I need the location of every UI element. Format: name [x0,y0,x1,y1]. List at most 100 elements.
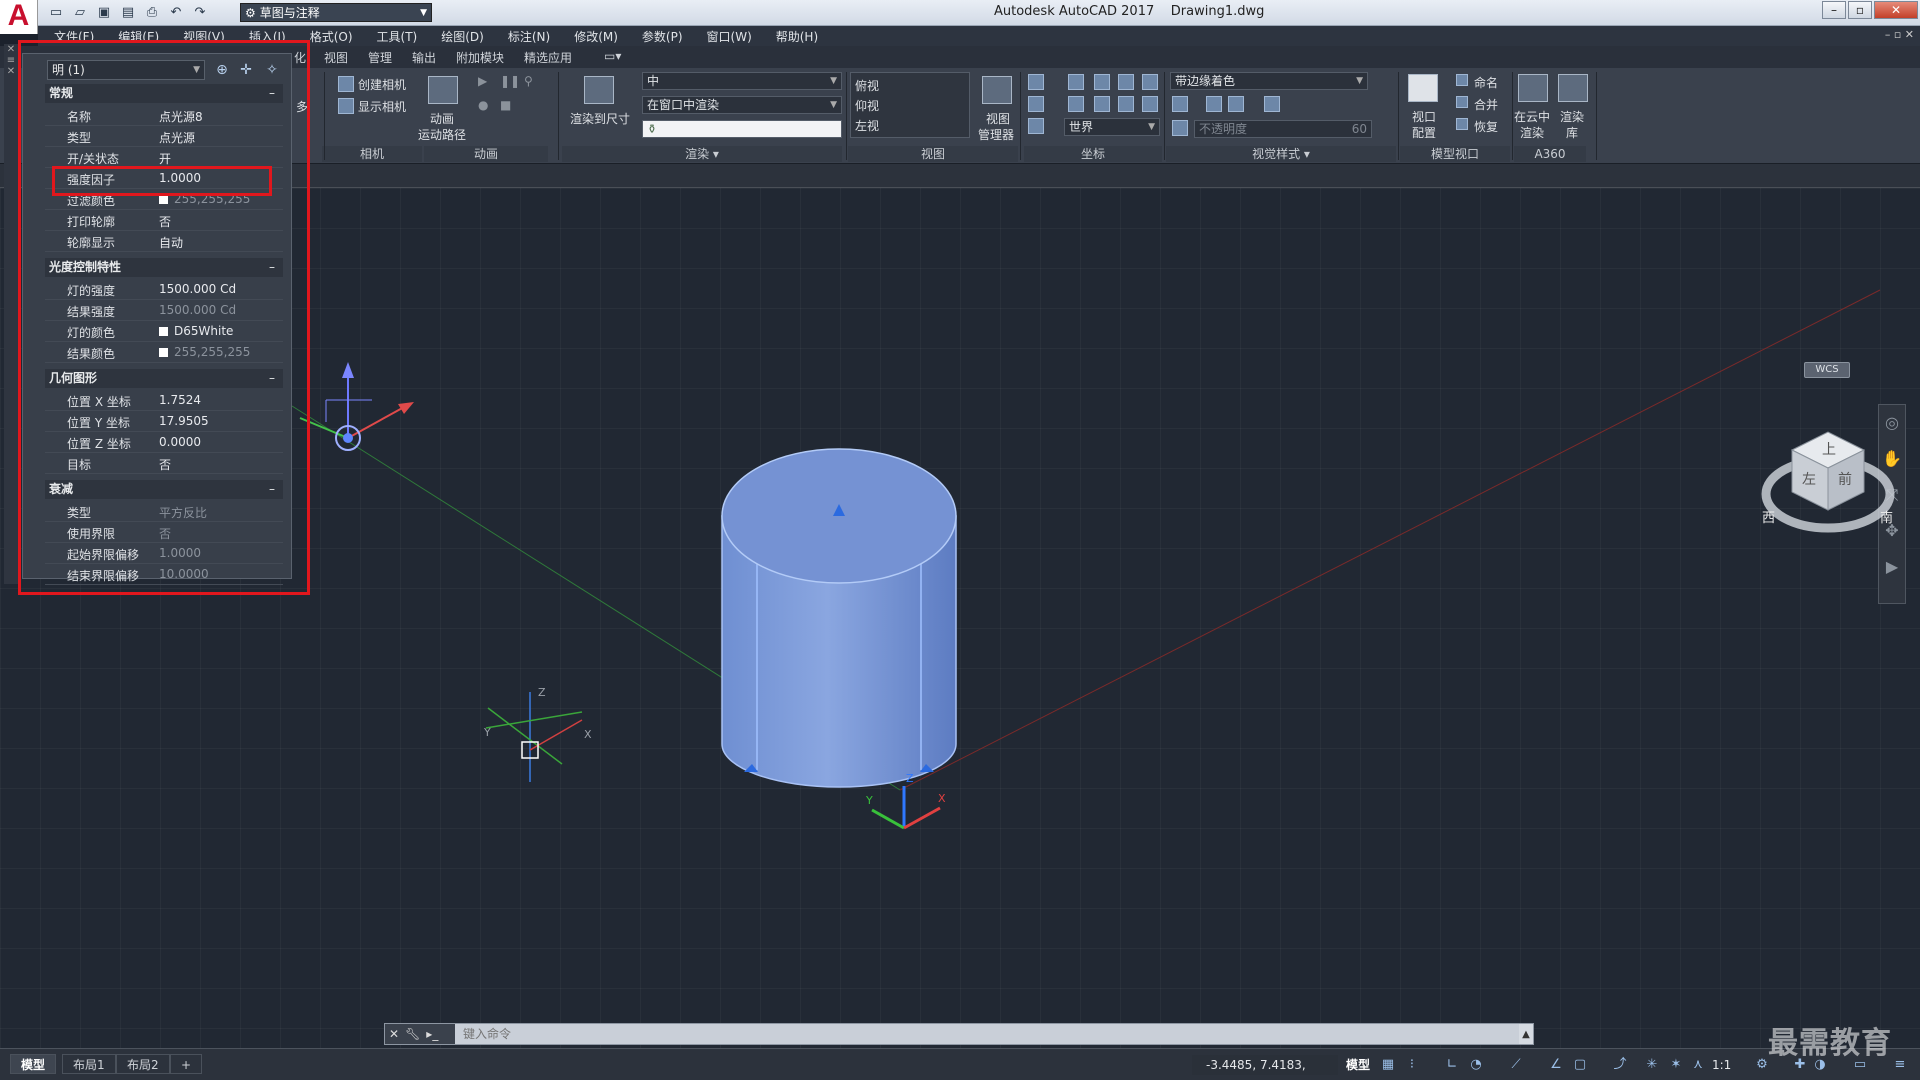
view-item-bottom[interactable]: 仰视 [855,97,879,114]
viewcube-front-face[interactable]: 前 [1838,471,1852,488]
tab-layout1[interactable]: 布局1 [62,1054,116,1074]
lighting-icon[interactable] [1228,96,1244,112]
cloud-render-icon[interactable] [1518,74,1548,102]
xray-icon[interactable] [1172,120,1188,136]
walk-icon[interactable]: ⚲ [524,74,533,88]
close-icon[interactable]: ✕ [389,1027,399,1041]
annotation-visibility-icon[interactable]: ✳ [1644,1057,1660,1073]
viewport-config-label-2[interactable]: 配置 [1412,124,1436,141]
viewcube[interactable]: 上 左 前 西 南 [1752,410,1902,570]
view-manager-icon[interactable] [982,76,1012,104]
motion-path-label-2[interactable]: 运动路径 [418,126,466,143]
osnap-tracking-icon[interactable]: ∠ [1548,1057,1564,1073]
ucs-view-icon[interactable] [1068,96,1084,112]
show-camera-button[interactable]: 显示相机 [358,98,406,115]
motion-path-label-1[interactable]: 动画 [430,110,454,127]
render-gallery-label-2[interactable]: 库 [1566,124,1578,141]
document-window-controls[interactable]: – ▫ ✕ [1885,28,1914,41]
save-icon[interactable]: ▣ [94,3,114,21]
cloud-render-label-2[interactable]: 渲染 [1520,124,1544,141]
customization-icon[interactable]: ≡ [1892,1057,1908,1073]
menu-modify[interactable]: 修改(M) [574,28,618,45]
model-space-button[interactable]: 模型 [1346,1055,1370,1075]
render-environment-field[interactable]: ⚱ [642,120,842,138]
chevron-up-icon[interactable]: ▲ [1519,1029,1533,1040]
edge-effects-icon[interactable] [1172,96,1188,112]
show-camera-icon[interactable] [338,98,354,114]
render-quality-dropdown[interactable]: 中 ▼ [642,72,842,90]
named-viewport-icon[interactable] [1456,74,1468,86]
compass-west[interactable]: 西 [1762,511,1775,526]
viewport-config-icon[interactable] [1408,74,1438,102]
isodraft-icon[interactable]: ⟋ [1508,1057,1524,1073]
polar-icon[interactable]: ◔ [1468,1057,1484,1073]
tab-addins[interactable]: 附加模块 [456,49,504,66]
viewport-config-label-1[interactable]: 视口 [1412,108,1436,125]
opacity-field[interactable]: 不透明度 60 [1194,120,1372,138]
ucs-named-icon[interactable] [1028,96,1044,112]
open-file-icon[interactable]: ▱ [70,3,90,21]
close-button[interactable]: ✕ [1874,1,1918,19]
play-icon[interactable]: ▶ [478,74,487,88]
pause-icon[interactable]: ❚❚ [500,74,520,88]
ucs-world-dropdown[interactable]: 世界 ▼ [1064,118,1160,136]
compass-south[interactable]: 南 [1880,510,1893,526]
add-layout-button[interactable]: + [170,1054,203,1074]
annotation-scale-icon[interactable]: ⋏ [1690,1057,1706,1073]
new-file-icon[interactable]: ▭ [46,3,66,21]
auto-scale-icon[interactable]: ✶ [1668,1057,1684,1073]
create-camera-button[interactable]: 创建相机 [358,76,406,93]
restore-viewport-button[interactable]: 恢复 [1474,118,1498,135]
tab-output[interactable]: 输出 [412,49,436,66]
viewcube-left-face[interactable]: 左 [1802,472,1816,488]
object-snap-icon[interactable]: ▢ [1572,1057,1588,1073]
join-viewport-button[interactable]: 合并 [1474,96,1498,113]
tab-model[interactable]: 模型 [10,1054,57,1074]
ucs-icon[interactable] [1028,74,1044,90]
ucs-origin-icon[interactable] [1068,74,1084,90]
render-to-size-button[interactable]: 渲染到尺寸 [570,110,630,127]
view-item-left[interactable]: 左视 [855,117,879,134]
materials-icon[interactable] [1264,96,1280,112]
join-viewport-icon[interactable] [1456,96,1468,108]
ucs-z-icon[interactable] [1142,74,1158,90]
menu-tools[interactable]: 工具(T) [377,28,418,45]
workspace-dropdown[interactable]: ⚙ 草图与注释 ▼ [240,3,432,22]
tab-manage[interactable]: 管理 [368,49,392,66]
tab-view[interactable]: 视图 [324,49,348,66]
shadows-icon[interactable] [1206,96,1222,112]
command-input[interactable] [455,1024,1519,1044]
teapot-render-icon[interactable] [584,76,614,104]
create-camera-icon[interactable] [338,76,354,92]
cylinder-solid[interactable] [721,448,957,788]
undo-icon[interactable]: ↶ [166,3,186,21]
viewcube-top-face[interactable]: 上 [1822,442,1836,458]
dynamic-ucs-icon[interactable]: ⤴ [1612,1057,1628,1073]
tab-layout2[interactable]: 布局2 [116,1054,170,1074]
command-prompt-icon[interactable]: ▸_ [426,1027,438,1041]
menu-dimension[interactable]: 标注(N) [508,28,550,45]
snap-icon[interactable]: ⁝ [1404,1057,1420,1073]
restore-viewport-icon[interactable] [1456,118,1468,130]
visual-style-dropdown[interactable]: 带边缘着色 ▼ [1170,72,1368,90]
annotation-scale-button[interactable]: 1:1 [1712,1055,1731,1075]
tab-featured-apps[interactable]: 精选应用 [524,49,572,66]
stop-icon[interactable]: ■ [500,98,511,112]
ucs-object-icon[interactable] [1094,96,1110,112]
menu-window[interactable]: 窗口(W) [707,28,752,45]
ortho-icon[interactable]: ∟ [1444,1057,1460,1073]
menu-format[interactable]: 格式(O) [310,28,353,45]
render-target-dropdown[interactable]: 在窗口中渲染 ▼ [642,96,842,114]
view-manager-label-2[interactable]: 管理器 [978,126,1014,143]
ucs-y-icon[interactable] [1118,74,1134,90]
coordinate-readout[interactable]: -3.4485, 7.4183, 0.0000 [1192,1055,1338,1080]
named-viewport-button[interactable]: 命名 [1474,74,1498,91]
wcs-dropdown[interactable]: WCS [1804,362,1850,378]
ucs-face-icon[interactable] [1118,96,1134,112]
menu-help[interactable]: 帮助(H) [776,28,818,45]
save-as-icon[interactable]: ▤ [118,3,138,21]
ucs-x-icon[interactable] [1094,74,1110,90]
menu-parametric[interactable]: 参数(P) [642,28,683,45]
minimize-button[interactable]: – [1822,1,1846,19]
palette-side-strip[interactable]: ✕ ≡ ✕ [4,44,18,584]
